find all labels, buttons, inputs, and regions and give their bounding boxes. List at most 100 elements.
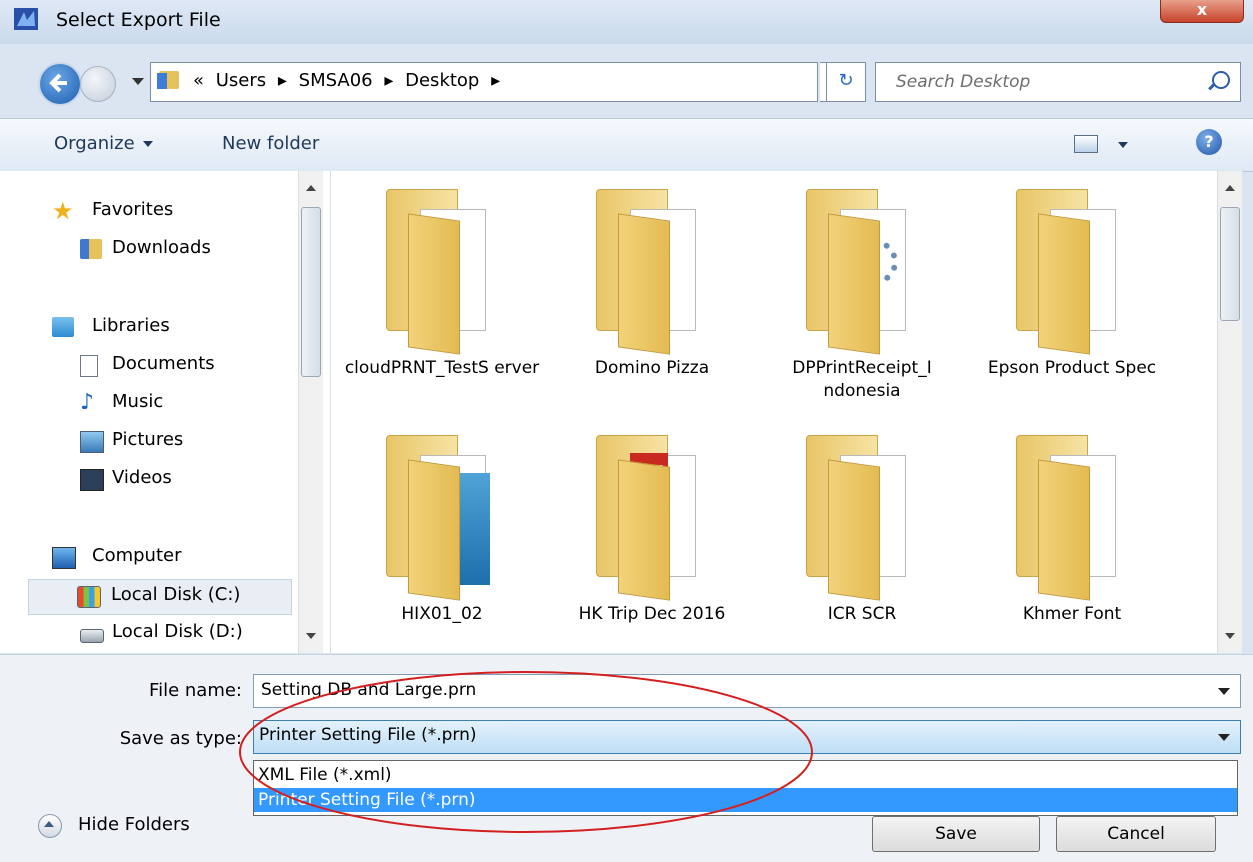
folder-icon — [1016, 435, 1126, 601]
close-button[interactable]: x — [1160, 0, 1244, 23]
chevron-down-icon[interactable] — [1218, 688, 1230, 695]
folder-icon — [596, 189, 706, 355]
file-list: cloudPRNT_TestS erver Domino Pizza DPPri… — [331, 171, 1217, 653]
new-folder-button[interactable]: New folder — [222, 133, 319, 154]
address-bar[interactable]: « Users ▸ SMSA06 ▸ Desktop ▸ — [150, 62, 818, 102]
scroll-up-icon[interactable] — [1225, 185, 1235, 191]
nav-libraries-label: Libraries — [92, 315, 170, 336]
nav-favorites-label: Favorites — [92, 199, 174, 220]
title-bar: Select Export File x — [0, 0, 1253, 44]
folder-icon: ⅄ — [1016, 189, 1126, 355]
folder-icon — [386, 189, 496, 355]
breadcrumb: « Users ▸ SMSA06 ▸ Desktop ▸ — [193, 70, 506, 91]
scroll-down-icon[interactable] — [306, 633, 316, 639]
option-xml[interactable]: XML File (*.xml) — [254, 763, 1237, 787]
folder-item[interactable]: PDF ⅄ HK Trip Dec 2016 — [552, 421, 752, 653]
folder-name: HK Trip Dec 2016 — [578, 604, 726, 624]
breadcrumb-separator-icon[interactable]: ▸ — [278, 70, 287, 91]
windows-drive-icon — [77, 586, 101, 608]
folder-item[interactable]: ⅄ Epson Product Spec — [972, 175, 1172, 415]
folder-name: Khmer Font — [1022, 604, 1122, 624]
folder-name: Domino Pizza — [594, 358, 710, 378]
forward-button[interactable] — [80, 66, 116, 102]
folder-name: HIX01_02 — [401, 604, 483, 624]
folder-icon: PDF ⅄ — [596, 435, 706, 601]
folder-name: cloudPRNT_TestS erver — [344, 358, 540, 378]
folder-item[interactable]: ⅄ HIX01_02 — [342, 421, 542, 653]
address-row: « Users ▸ SMSA06 ▸ Desktop ▸ ↻ — [0, 52, 1253, 112]
breadcrumb-smsa06[interactable]: SMSA06 — [299, 70, 373, 91]
breadcrumb-separator-icon[interactable]: ▸ — [384, 70, 393, 91]
breadcrumb-desktop[interactable]: Desktop — [405, 70, 479, 91]
save-as-type-label: Save as type: — [119, 728, 242, 749]
window-title: Select Export File — [56, 9, 221, 31]
organize-button[interactable]: Organize — [54, 133, 153, 154]
nav-music-label: Music — [112, 391, 164, 412]
save-as-type-dropdown: XML File (*.xml) Printer Setting File (*… — [253, 760, 1238, 816]
folder-item[interactable]: ICR SCR — [762, 421, 962, 653]
drive-icon — [80, 629, 104, 643]
nav-pictures-label: Pictures — [112, 429, 184, 450]
toolbar: Organize New folder ? — [0, 118, 1253, 172]
folder-item[interactable]: Domino Pizza — [552, 175, 752, 415]
downloads-folder-icon — [80, 239, 102, 259]
refresh-button[interactable]: ↻ — [826, 62, 866, 102]
nav-downloads-label: Downloads — [112, 237, 211, 258]
video-icon — [80, 469, 104, 491]
scroll-down-icon[interactable] — [1225, 633, 1235, 639]
back-arrow-icon — [49, 73, 67, 93]
app-icon — [14, 8, 38, 30]
save-button[interactable]: Save — [872, 816, 1040, 852]
option-prn[interactable]: Printer Setting File (*.prn) — [254, 788, 1237, 812]
document-icon — [80, 355, 98, 377]
file-name-input[interactable] — [259, 679, 1163, 701]
help-button[interactable]: ? — [1196, 129, 1222, 155]
search-box[interactable] — [875, 62, 1241, 102]
organize-label: Organize — [54, 133, 135, 154]
nav-videos-label: Videos — [112, 467, 172, 488]
folder-icon — [806, 435, 916, 601]
save-as-type-select[interactable]: Printer Setting File (*.prn) — [253, 720, 1241, 754]
folder-item[interactable]: cloudPRNT_TestS erver — [342, 175, 542, 415]
breadcrumb-separator-icon[interactable]: ▸ — [491, 70, 500, 91]
folder-item[interactable]: Khmer Font — [972, 421, 1172, 653]
cancel-button[interactable]: Cancel — [1056, 816, 1216, 852]
view-options-dropdown[interactable] — [1118, 142, 1128, 148]
nav-scrollbar[interactable] — [298, 171, 323, 653]
folder-icon — [806, 189, 916, 355]
change-view-icon[interactable] — [1074, 135, 1098, 153]
folder-name: ICR SCR — [827, 604, 897, 624]
scroll-up-icon[interactable] — [306, 185, 316, 191]
breadcrumb-overflow[interactable]: « — [193, 70, 204, 91]
computer-icon — [52, 547, 76, 569]
nav-scroll-thumb[interactable] — [301, 207, 321, 377]
recent-pages-dropdown[interactable] — [132, 78, 144, 85]
nav-local-disk-c[interactable]: Local Disk (C:) — [28, 579, 292, 615]
breadcrumb-users[interactable]: Users — [216, 70, 266, 91]
back-button[interactable] — [38, 62, 82, 106]
folder-icon: ⅄ — [386, 435, 496, 601]
navigation-pane: ★ Favorites Downloads Libraries Document… — [0, 171, 331, 653]
nav-disk-d-label: Local Disk (D:) — [112, 621, 243, 642]
nav-computer-label: Computer — [92, 545, 182, 566]
search-icon[interactable] — [1212, 71, 1230, 89]
nav-documents-label: Documents — [112, 353, 215, 374]
files-scroll-thumb[interactable] — [1220, 207, 1240, 321]
nav-disk-c-label: Local Disk (C:) — [111, 584, 241, 605]
music-note-icon: ♪ — [80, 390, 95, 415]
search-input[interactable] — [894, 69, 1198, 95]
files-scrollbar[interactable] — [1217, 171, 1242, 653]
star-icon: ★ — [52, 197, 74, 225]
folder-name: DPPrintReceipt_I ndonesia — [792, 358, 932, 401]
chevron-down-icon — [142, 141, 153, 147]
folder-name: Epson Product Spec — [987, 358, 1157, 378]
picture-icon — [80, 431, 104, 453]
save-as-type-value: Printer Setting File (*.prn) — [259, 725, 477, 745]
hide-folders-label: Hide Folders — [78, 814, 190, 835]
file-name-label: File name: — [149, 680, 242, 701]
folder-icon — [157, 71, 179, 89]
file-name-field[interactable] — [253, 674, 1241, 708]
libraries-icon — [52, 317, 74, 337]
folder-item[interactable]: DPPrintReceipt_I ndonesia — [762, 175, 962, 415]
chevron-down-icon[interactable] — [1218, 734, 1230, 741]
